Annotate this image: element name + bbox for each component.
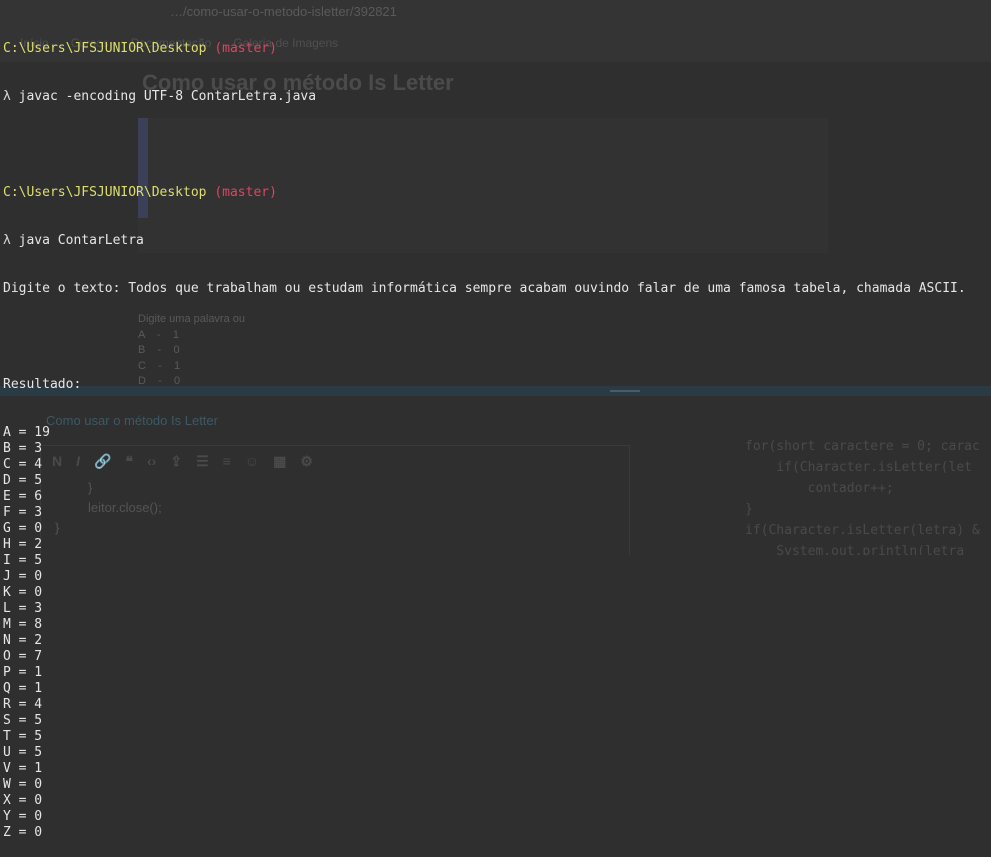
result-line: M = 8 — [3, 617, 43, 632]
command-line: λ javac -encoding UTF-8 ContarLetra.java — [3, 89, 966, 105]
result-line: X = 0 — [3, 793, 43, 808]
prompt-symbol: λ — [3, 233, 11, 248]
result-line: N = 2 — [3, 633, 43, 648]
result-line: S = 5 — [3, 713, 43, 728]
terminal-output[interactable]: C:\Users\JFSJUNIOR\Desktop (master) λ ja… — [3, 9, 966, 857]
result-line: A = 19 — [3, 425, 50, 440]
prompt-line: C:\Users\JFSJUNIOR\Desktop (master) — [3, 185, 966, 201]
result-line: P = 1 — [3, 665, 43, 680]
result-line: D = 5 — [3, 473, 43, 488]
command-text: javac -encoding UTF-8 ContarLetra.java — [18, 89, 317, 104]
result-line: C = 4 — [3, 457, 43, 472]
result-list: A = 19 B = 3C = 4D = 5E = 6F = 3G = 0H = … — [3, 425, 966, 841]
result-line: U = 5 — [3, 745, 43, 760]
prompt-path: C:\Users\JFSJUNIOR\Desktop — [3, 41, 207, 56]
command-text: java ContarLetra — [18, 233, 144, 248]
result-line: H = 2 — [3, 537, 43, 552]
git-branch: (master) — [214, 41, 277, 56]
result-line: G = 0 — [3, 521, 43, 536]
prompt-path: C:\Users\JFSJUNIOR\Desktop — [3, 185, 207, 200]
result-line: B = 3 — [3, 441, 43, 456]
git-branch: (master) — [214, 185, 277, 200]
result-line: E = 6 — [3, 489, 43, 504]
result-line: W = 0 — [3, 777, 43, 792]
result-line: O = 7 — [3, 649, 43, 664]
result-line: Y = 0 — [3, 809, 43, 824]
result-line: J = 0 — [3, 569, 43, 584]
result-line: F = 3 — [3, 505, 43, 520]
input-line: Digite o texto: Todos que trabalham ou e… — [3, 281, 966, 296]
result-line: Z = 0 — [3, 825, 43, 840]
prompt-line: C:\Users\JFSJUNIOR\Desktop (master) — [3, 41, 966, 57]
result-line: V = 1 — [3, 761, 43, 776]
result-line: R = 4 — [3, 697, 43, 712]
command-line: λ java ContarLetra — [3, 233, 966, 249]
result-line: Q = 1 — [3, 681, 43, 696]
result-line: K = 0 — [3, 585, 43, 600]
result-line: I = 5 — [3, 553, 43, 568]
prompt-symbol: λ — [3, 89, 11, 104]
result-line: L = 3 — [3, 601, 43, 616]
result-line: T = 5 — [3, 729, 43, 744]
result-header: Resultado: — [3, 377, 82, 392]
